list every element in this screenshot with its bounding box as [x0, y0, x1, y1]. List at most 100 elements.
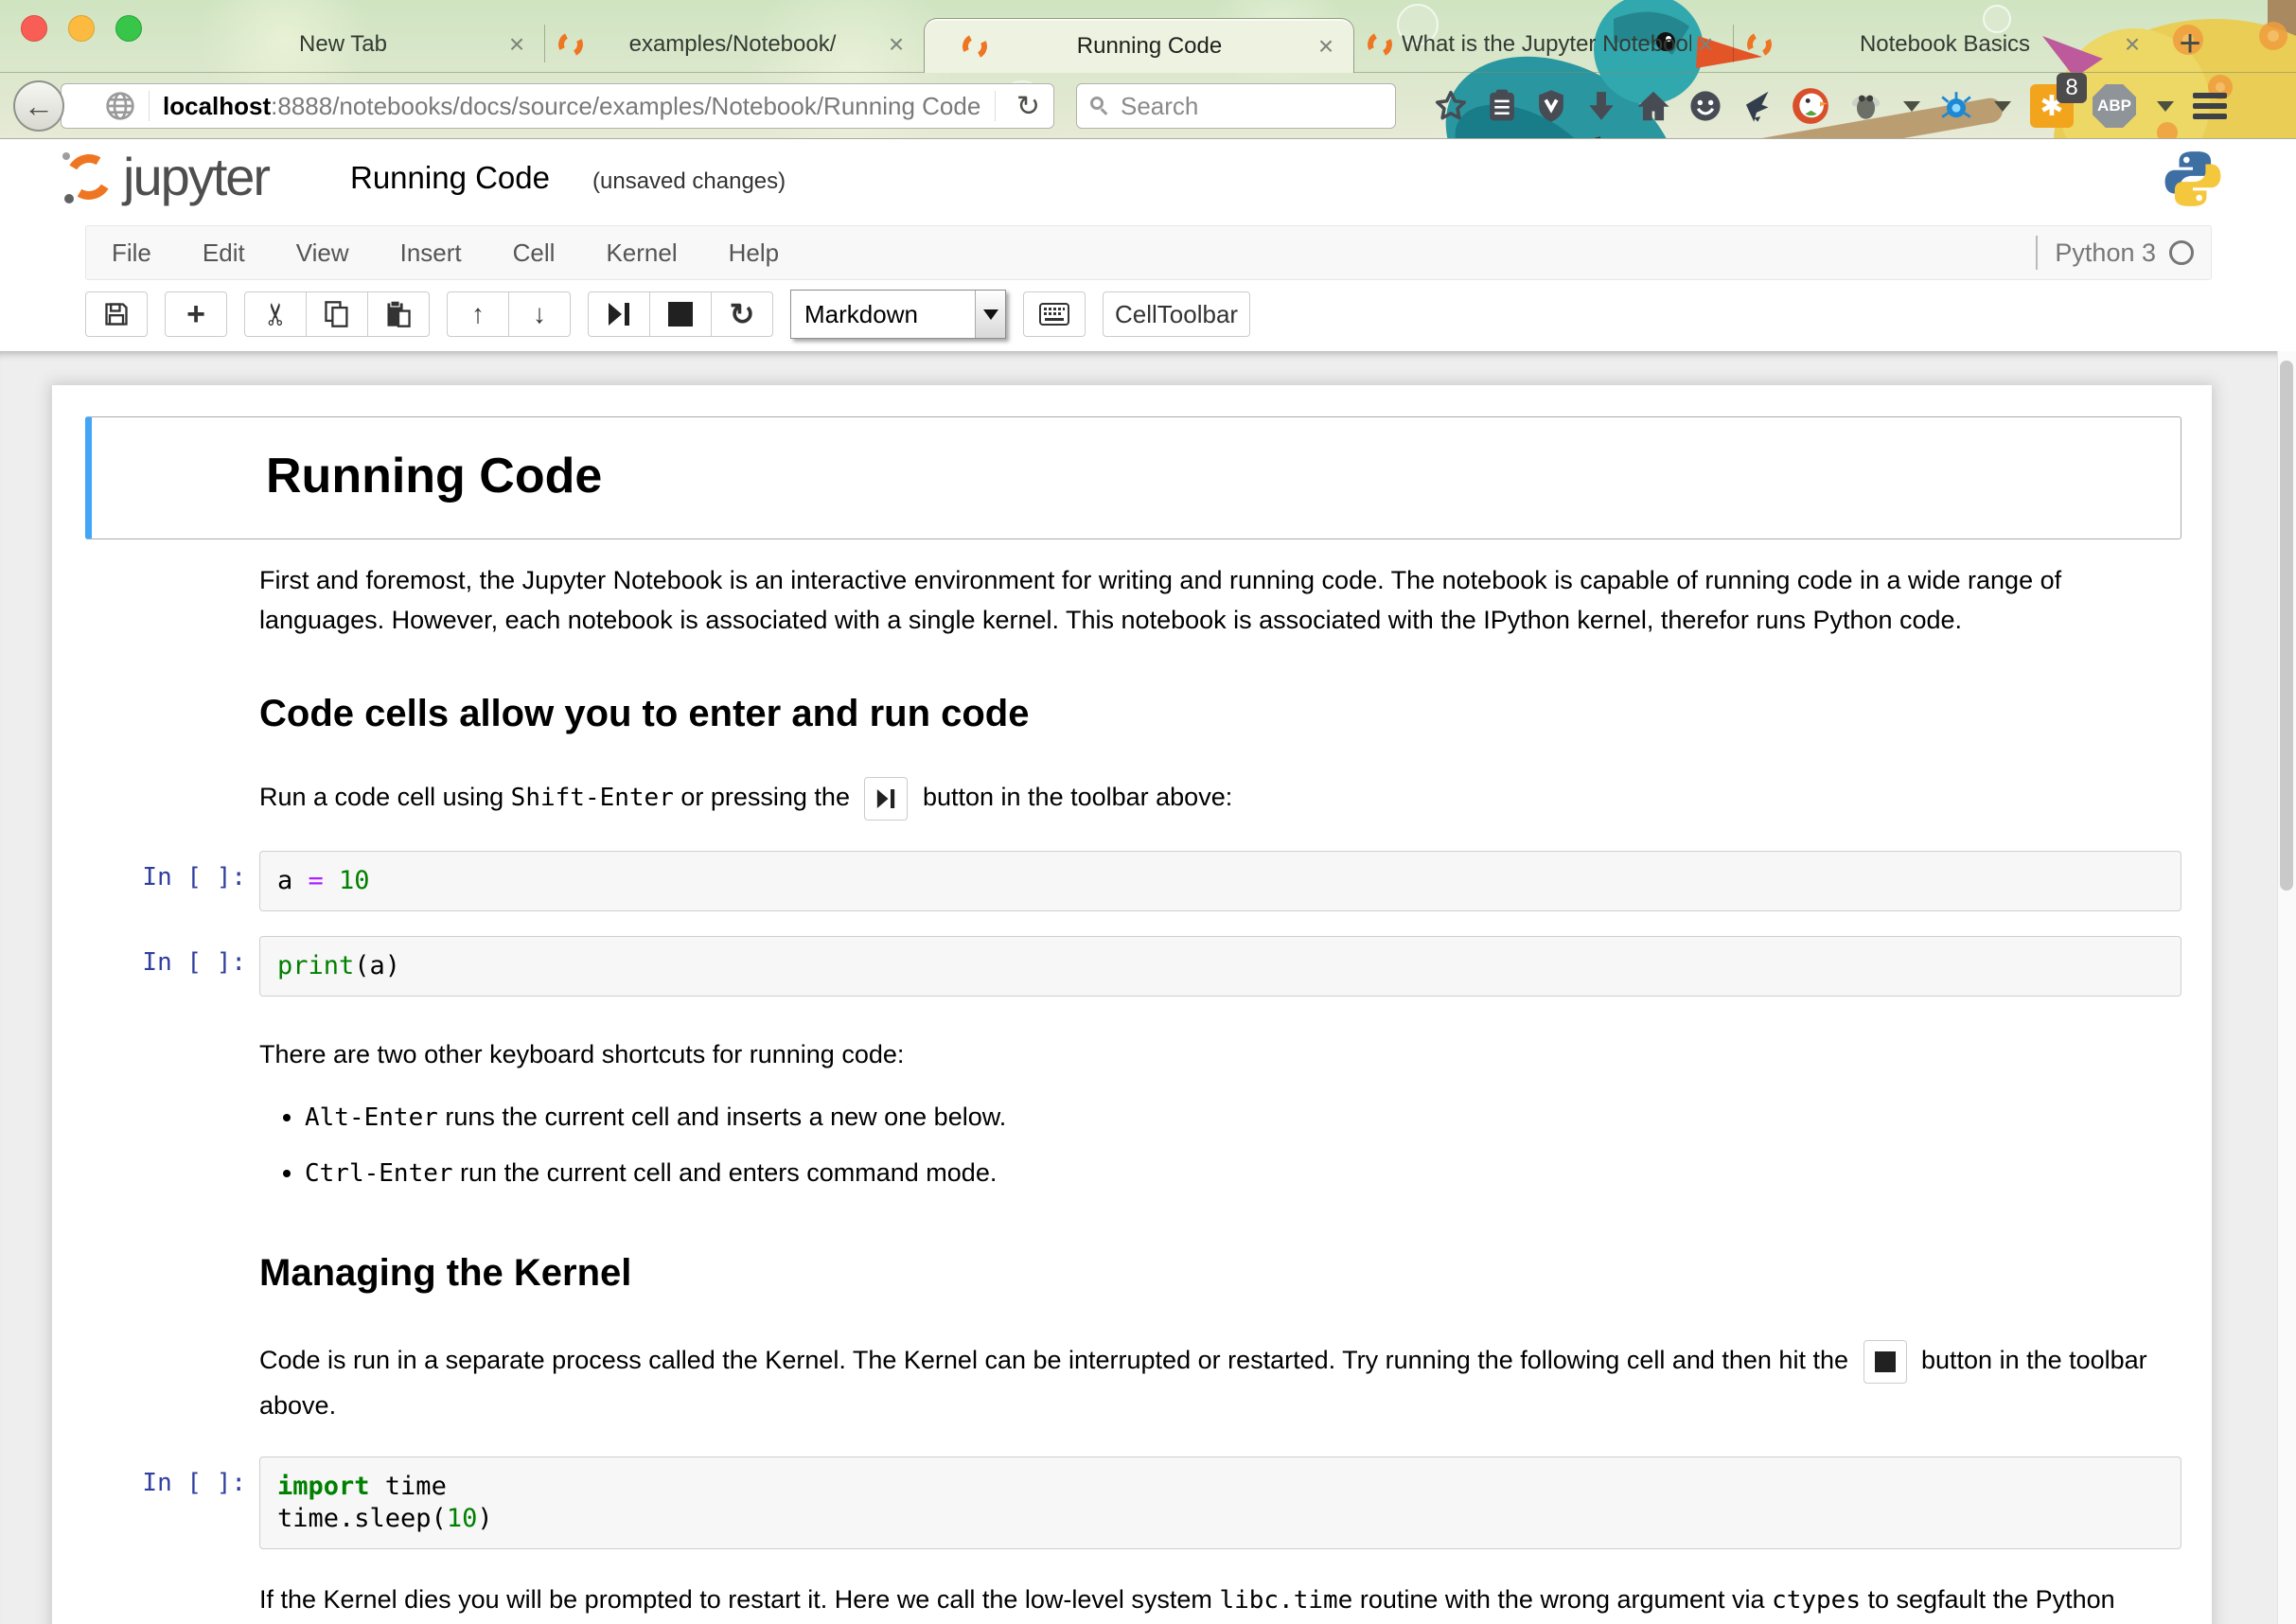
tab-close-icon[interactable]: × — [882, 29, 910, 60]
window-close-button[interactable] — [21, 15, 47, 42]
menu-insert[interactable]: Insert — [375, 238, 487, 268]
jupyter-logo-text: jupyter — [123, 150, 269, 203]
jupyter-favicon — [1744, 29, 1775, 61]
move-cell-up-button[interactable]: ↑ — [447, 291, 509, 337]
tab-what-is-jupyter[interactable]: What is the Jupyter Notebook × — [1354, 17, 1733, 72]
menu-kernel[interactable]: Kernel — [580, 238, 702, 268]
url-text[interactable]: localhost:8888/notebooks/docs/source/exa… — [163, 92, 981, 121]
window-minimize-button[interactable] — [68, 15, 95, 42]
page-scrollbar[interactable] — [2277, 351, 2296, 1624]
keyboard-icon — [1039, 303, 1069, 326]
cell-toolbar-button[interactable]: CellToolbar — [1103, 291, 1250, 337]
window-controls — [21, 15, 142, 42]
url-bar[interactable]: localhost:8888/notebooks/docs/source/exa… — [61, 83, 1054, 129]
tab-label: New Tab — [184, 31, 503, 58]
tab-examples-notebook[interactable]: examples/Notebook/ × — [545, 17, 924, 72]
session-manager-extension-icon[interactable]: ✱ 8 — [2030, 84, 2074, 128]
adblock-dropdown-caret[interactable] — [2157, 101, 2174, 112]
duckduckgo-icon[interactable] — [1792, 87, 1829, 125]
autosave-status: (unsaved changes) — [592, 168, 786, 195]
input-prompt: In [ ]: — [85, 1456, 259, 1549]
markdown-cell-h2-code[interactable]: Code cells allow you to enter and run co… — [85, 693, 2181, 735]
run-cell-button[interactable] — [588, 291, 650, 337]
tab-strip: New Tab × examples/Notebook/ × Running C… — [0, 0, 2296, 73]
tab-close-icon[interactable]: × — [503, 29, 531, 60]
insert-cell-button[interactable]: + — [165, 291, 227, 337]
cut-cell-button[interactable]: ✂ — [244, 291, 307, 337]
tab-label: What is the Jupyter Notebook — [1392, 31, 1691, 58]
browser-action-icons: ✱ 8 ABP — [1434, 73, 2227, 139]
search-icon — [1090, 97, 1109, 115]
tab-close-icon[interactable]: × — [1691, 29, 1720, 60]
search-bar[interactable]: Search — [1076, 83, 1396, 129]
markdown-cell-tail-clipped[interactable]: If the Kernel dies you will be prompted … — [85, 1580, 2181, 1624]
code-cell-print-a[interactable]: In [ ]: print(a) — [85, 936, 2181, 997]
downloads-icon[interactable] — [1585, 90, 1617, 122]
new-tab-button[interactable]: + — [2169, 23, 2211, 64]
bug-extension-dropdown-caret[interactable] — [1994, 101, 2011, 112]
inline-run-button-image — [864, 777, 908, 821]
markdown-cell-title-selected[interactable]: Running Code — [85, 416, 2181, 539]
markdown-cell-intro[interactable]: First and foremost, the Jupyter Notebook… — [85, 560, 2181, 640]
shield-extension-icon[interactable] — [1536, 89, 1566, 123]
code-cell-a-equals-10[interactable]: In [ ]: a = 10 — [85, 851, 2181, 911]
cell-type-select[interactable]: Markdown — [790, 290, 1006, 339]
back-button[interactable]: ← — [13, 80, 64, 132]
extension-badge-count: 8 — [2057, 73, 2087, 103]
code-input-area[interactable]: a = 10 — [259, 851, 2181, 911]
menu-help[interactable]: Help — [703, 238, 804, 268]
notebook-title[interactable]: Running Code — [350, 160, 550, 196]
notebook-h2-code-cells: Code cells allow you to enter and run co… — [259, 693, 2181, 735]
code-cell-import-time[interactable]: In [ ]: import time time.sleep(10) — [85, 1456, 2181, 1549]
home-icon[interactable] — [1636, 90, 1670, 122]
save-button[interactable] — [85, 291, 148, 337]
bookmark-star-icon[interactable] — [1434, 89, 1468, 123]
jupyter-favicon — [960, 30, 991, 62]
tab-new-tab[interactable]: New Tab × — [170, 17, 544, 72]
restart-kernel-button[interactable]: ↻ — [711, 291, 773, 337]
command-palette-button[interactable] — [1023, 291, 1086, 337]
jupyter-favicon — [556, 29, 587, 61]
tab-label: Notebook Basics — [1772, 31, 2118, 58]
shortcuts-list: Alt-Enter runs the current cell and inse… — [259, 1097, 2181, 1193]
inline-code-libc-time: libc.time — [1219, 1586, 1352, 1615]
interrupt-kernel-button[interactable] — [649, 291, 712, 337]
notebook-h1: Running Code — [266, 448, 2181, 504]
tab-close-icon[interactable]: × — [1312, 31, 1340, 62]
paste-cell-button[interactable] — [367, 291, 430, 337]
markdown-cell-kernel-sentence[interactable]: Code is run in a separate process called… — [85, 1338, 2181, 1428]
jupyter-menubar: File Edit View Insert Cell Kernel Help P… — [85, 225, 2212, 280]
reading-list-icon[interactable] — [1487, 89, 1517, 123]
markdown-cell-run-sentence[interactable]: Run a code cell using Shift-Enter or pre… — [85, 777, 2181, 821]
adblock-plus-icon[interactable]: ABP — [2093, 84, 2136, 128]
menu-cell[interactable]: Cell — [487, 238, 581, 268]
move-cell-down-button[interactable]: ↓ — [508, 291, 571, 337]
markdown-cell-h2-kernel[interactable]: Managing the Kernel — [85, 1252, 2181, 1295]
tab-close-icon[interactable]: × — [2118, 29, 2146, 60]
site-identity-globe-icon[interactable] — [105, 91, 135, 121]
feedback-smiley-icon[interactable] — [1689, 90, 1722, 122]
markdown-cell-shortcuts[interactable]: There are two other keyboard shortcuts f… — [85, 1034, 2181, 1209]
reload-icon[interactable]: ↻ — [1016, 90, 1040, 123]
shortcut-ctrl-enter: Ctrl-Enter run the current cell and ente… — [305, 1153, 2181, 1193]
dark-drop-extension-icon[interactable] — [1740, 89, 1773, 123]
tab-running-code-active[interactable]: Running Code × — [924, 18, 1354, 73]
tab-notebook-basics[interactable]: Notebook Basics × — [1734, 17, 2160, 72]
fly-extension-icon[interactable] — [1848, 90, 1882, 122]
window-zoom-button[interactable] — [115, 15, 142, 42]
menu-edit[interactable]: Edit — [177, 238, 271, 268]
code-input-area[interactable]: print(a) — [259, 936, 2181, 997]
menu-view[interactable]: View — [271, 238, 375, 268]
menu-file[interactable]: File — [86, 238, 177, 268]
copy-cell-button[interactable] — [306, 291, 368, 337]
select-dropdown-arrow[interactable] — [975, 291, 1005, 338]
scrollbar-thumb[interactable] — [2280, 361, 2293, 891]
run-sentence: Run a code cell using Shift-Enter or pre… — [259, 777, 2181, 821]
restart-icon: ↻ — [730, 296, 755, 332]
code-input-area[interactable]: import time time.sleep(10) — [259, 1456, 2181, 1549]
bug-extension-icon[interactable] — [1939, 89, 1973, 123]
menu-hamburger-icon[interactable] — [2193, 93, 2227, 119]
fly-extension-dropdown-caret[interactable] — [1903, 101, 1920, 112]
cell-prompt-empty — [85, 777, 259, 821]
jupyter-logo[interactable]: jupyter — [62, 150, 269, 203]
